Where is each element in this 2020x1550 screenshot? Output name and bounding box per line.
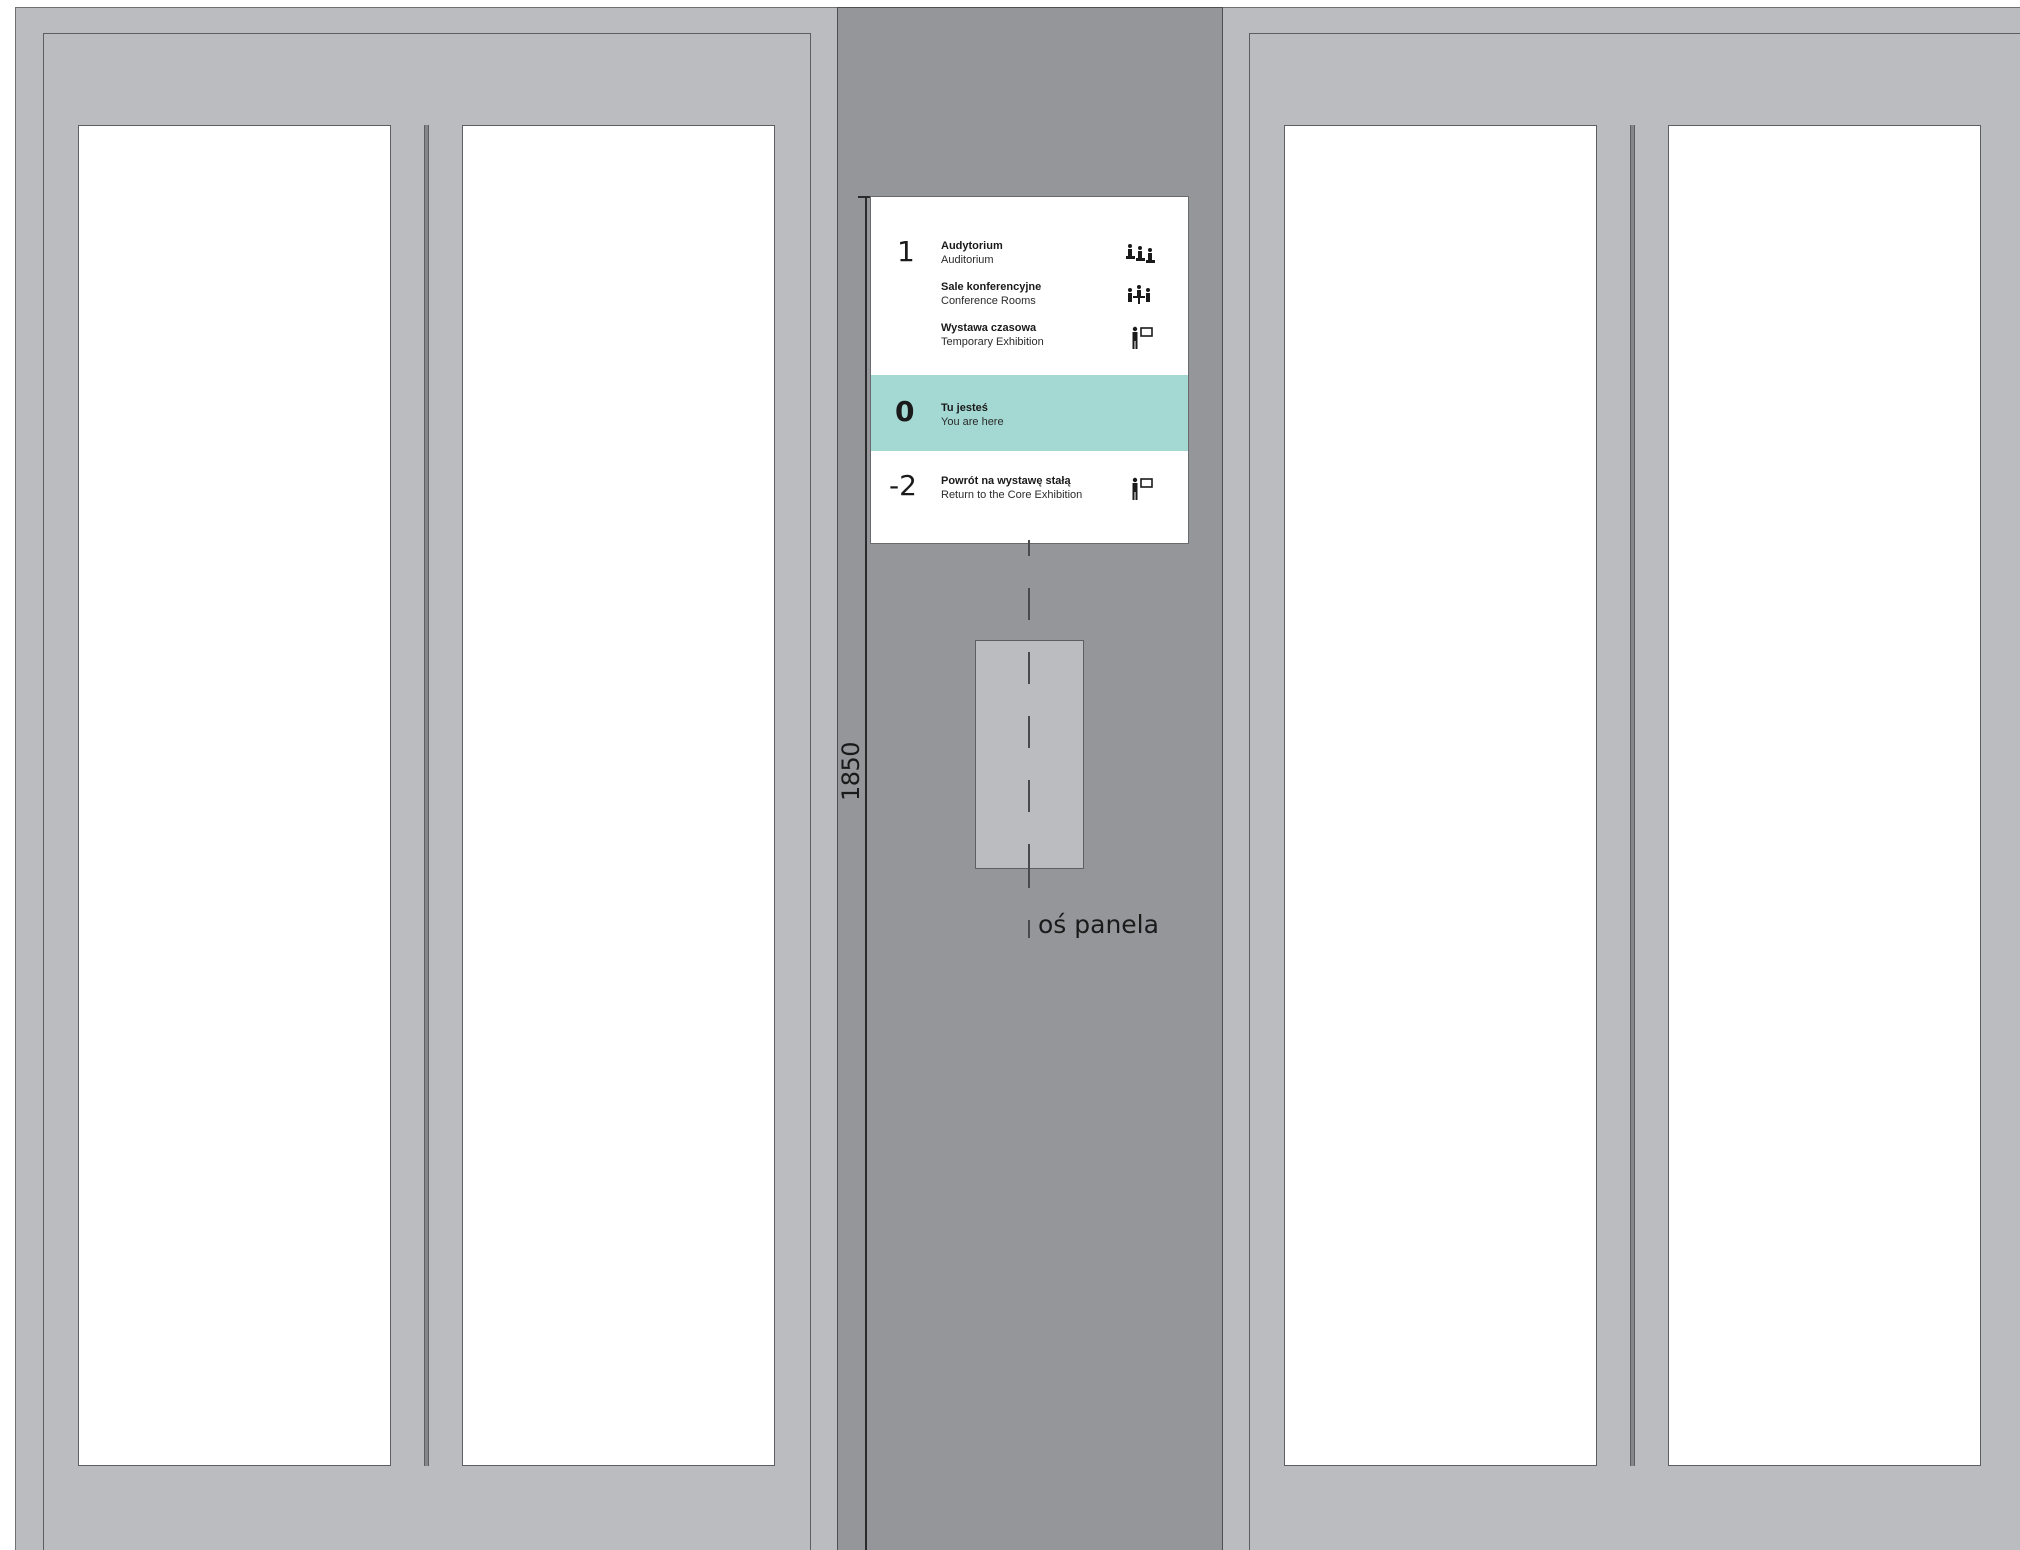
directory-entry-conference-rooms: Sale konferencyjne Conference Rooms	[941, 280, 1041, 308]
directory-sign-panel: 1 Audytorium Auditorium Sale konferencyj…	[870, 196, 1189, 544]
entry-label-en: Conference Rooms	[941, 295, 1036, 307]
directory-entry-temporary-exhibition: Wystawa czasowa Temporary Exhibition	[941, 321, 1044, 349]
left-door-glass-panel-1	[78, 125, 391, 1466]
right-door-glass-panel-1	[1284, 125, 1597, 1466]
entry-label-pl: Audytorium	[941, 240, 1003, 252]
entry-label-pl: Sale konferencyjne	[941, 281, 1042, 293]
entry-label-pl: Powrót na wystawę stałą	[941, 475, 1071, 487]
entry-label-en: You are here	[941, 416, 1004, 428]
left-door-glass-panel-2	[462, 125, 775, 1466]
axis-label-marker	[1028, 920, 1030, 938]
height-dimension-label: 1850	[837, 741, 865, 801]
directory-entry-you-are-here: Tu jesteś You are here	[941, 401, 1004, 429]
panel-axis-dash	[1028, 716, 1030, 748]
right-door-mullion	[1630, 125, 1635, 1466]
directory-entry-core-exhibition: Powrót na wystawę stałą Return to the Co…	[941, 474, 1082, 502]
panel-axis-dash	[1028, 844, 1030, 888]
height-dimension-line	[865, 197, 867, 1550]
left-door-mullion	[424, 125, 429, 1466]
entry-label-en: Auditorium	[941, 254, 994, 266]
auditorium-seats-icon	[1126, 243, 1156, 270]
panel-axis-dash	[1028, 588, 1030, 620]
you-are-here-band	[871, 375, 1188, 451]
conference-table-icon	[1126, 285, 1152, 310]
directory-entry-auditorium: Audytorium Auditorium	[941, 239, 1003, 267]
panel-axis-dash	[1028, 652, 1030, 684]
entry-label-en: Temporary Exhibition	[941, 336, 1044, 348]
panel-axis-dash	[1028, 540, 1030, 556]
entry-label-en: Return to the Core Exhibition	[941, 489, 1083, 501]
entry-label-pl: Tu jesteś	[941, 402, 988, 414]
floor-number-0: 0	[895, 395, 915, 428]
panel-axis-label: oś panela	[1038, 910, 1159, 939]
right-door-glass-panel-2	[1668, 125, 1981, 1466]
floor-number-minus-2: -2	[889, 469, 917, 502]
panel-axis-dash	[1028, 780, 1030, 812]
exhibition-visitor-icon	[1131, 326, 1155, 355]
entry-label-pl: Wystawa czasowa	[941, 322, 1037, 334]
exhibition-visitor-icon	[1131, 477, 1155, 506]
floor-number-1: 1	[897, 235, 915, 268]
